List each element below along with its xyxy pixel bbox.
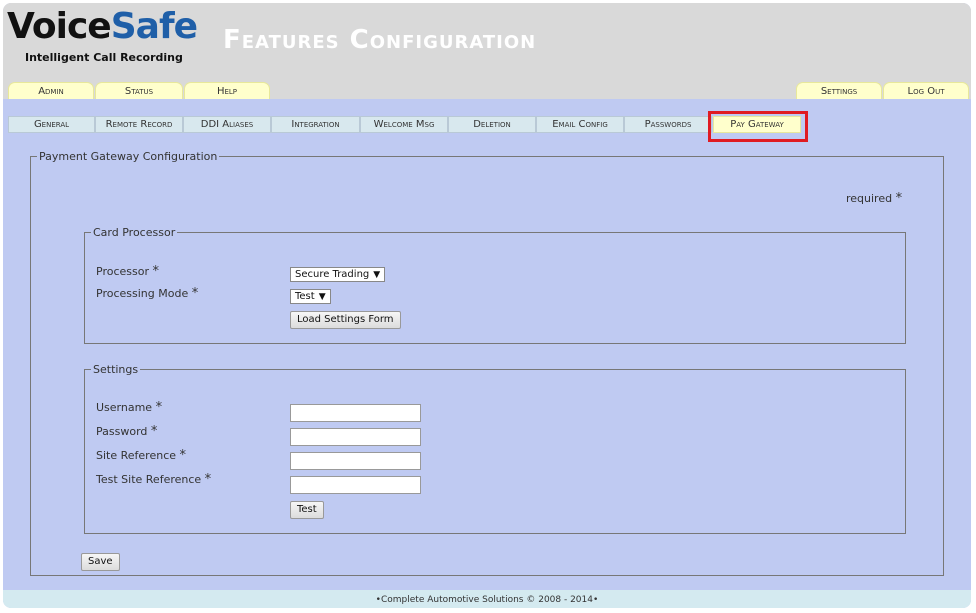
site-reference-label: Site Reference * xyxy=(96,448,186,463)
subtab-email-config[interactable]: Email Config xyxy=(536,116,624,133)
card-processor-legend: Card Processor xyxy=(93,226,176,239)
active-tab-highlight xyxy=(708,111,808,142)
logo-part-safe: Safe xyxy=(110,6,198,47)
site-reference-input[interactable] xyxy=(290,452,421,470)
password-label: Password * xyxy=(96,424,157,439)
header: VoiceSafe Intelligent Call Recording Fea… xyxy=(3,3,971,99)
username-label-text: Username xyxy=(96,401,153,414)
username-input[interactable] xyxy=(290,404,421,422)
test-site-reference-required-star: * xyxy=(204,472,212,487)
test-site-reference-label: Test Site Reference * xyxy=(96,472,211,487)
test-site-reference-label-text: Test Site Reference xyxy=(96,473,202,486)
processor-label-text: Processor xyxy=(96,265,149,278)
subtab-welcome-msg[interactable]: Welcome Msg xyxy=(360,116,448,133)
dropdown-arrow-icon: ▼ xyxy=(318,292,326,302)
tab-admin[interactable]: Admin xyxy=(8,82,94,99)
settings-fieldset: Settings Username * Password * Site Refe… xyxy=(84,363,906,534)
logo: VoiceSafe xyxy=(7,6,198,47)
subtab-ddi-aliases[interactable]: DDI Aliases xyxy=(183,116,271,133)
processor-select[interactable]: Secure Trading ▼ xyxy=(290,267,386,282)
subtab-passwords[interactable]: Passwords xyxy=(624,116,712,133)
logo-tagline: Intelligent Call Recording xyxy=(25,51,183,64)
logo-part-voice: Voice xyxy=(7,6,112,47)
required-text: required xyxy=(846,192,893,205)
subtab-integration[interactable]: Integration xyxy=(271,116,360,133)
username-required-star: * xyxy=(155,400,163,415)
tab-logout[interactable]: Log Out xyxy=(883,82,969,99)
password-label-text: Password xyxy=(96,425,148,438)
subtab-deletion[interactable]: Deletion xyxy=(448,116,536,133)
app-frame: VoiceSafe Intelligent Call Recording Fea… xyxy=(3,3,971,608)
card-processor-fieldset: Card Processor Processor * Secure Tradin… xyxy=(84,226,906,344)
required-star: * xyxy=(895,191,903,206)
processing-mode-label-text: Processing Mode xyxy=(96,287,189,300)
processing-mode-required-star: * xyxy=(191,286,199,301)
site-reference-label-text: Site Reference xyxy=(96,449,177,462)
site-reference-required-star: * xyxy=(179,448,187,463)
password-required-star: * xyxy=(150,424,158,439)
subtab-remote-record[interactable]: Remote Record xyxy=(95,116,183,133)
subtab-general[interactable]: General xyxy=(8,116,95,133)
dropdown-arrow-icon: ▼ xyxy=(373,270,381,280)
processing-mode-label: Processing Mode * xyxy=(96,286,198,301)
test-site-reference-input[interactable] xyxy=(290,476,421,494)
tab-help[interactable]: Help xyxy=(184,82,270,99)
processor-select-value: Secure Trading xyxy=(295,269,370,280)
page-title: Features Configuration xyxy=(223,25,537,55)
load-settings-form-button[interactable]: Load Settings Form xyxy=(290,311,401,329)
processor-label: Processor * xyxy=(96,264,159,279)
username-label: Username * xyxy=(96,400,162,415)
processor-required-star: * xyxy=(152,264,159,279)
feature-subnav: General Remote Record DDI Aliases Integr… xyxy=(3,99,971,144)
password-input[interactable] xyxy=(290,428,421,446)
tab-settings[interactable]: Settings xyxy=(796,82,882,99)
settings-legend: Settings xyxy=(93,363,139,376)
payment-gateway-fieldset: Payment Gateway Configuration required *… xyxy=(30,150,944,576)
processing-mode-select[interactable]: Test ▼ xyxy=(290,289,331,304)
save-button[interactable]: Save xyxy=(81,553,120,571)
test-button[interactable]: Test xyxy=(290,501,324,519)
processing-mode-select-value: Test xyxy=(295,291,315,302)
required-note: required * xyxy=(846,191,902,206)
tab-status[interactable]: Status xyxy=(95,82,183,99)
footer: •Complete Automotive Solutions © 2008 - … xyxy=(3,590,971,608)
payment-gateway-legend: Payment Gateway Configuration xyxy=(39,150,218,163)
